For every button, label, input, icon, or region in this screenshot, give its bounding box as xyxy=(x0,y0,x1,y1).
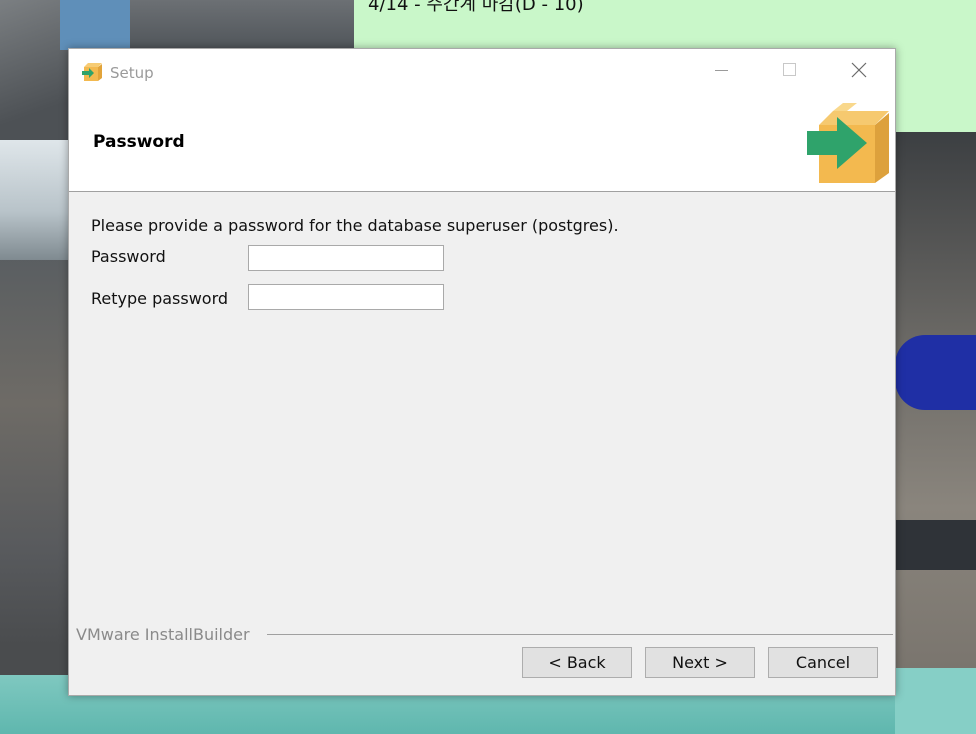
close-icon xyxy=(851,62,867,78)
background-fabric xyxy=(895,520,976,570)
instruction-text: Please provide a password for the databa… xyxy=(91,216,619,235)
background-lake xyxy=(895,668,976,734)
retype-password-input[interactable] xyxy=(248,284,444,310)
next-button[interactable]: Next > xyxy=(645,647,755,678)
page-title: Password xyxy=(93,132,185,152)
content-area: Please provide a password for the databa… xyxy=(69,192,895,632)
background-peak xyxy=(130,0,355,50)
installer-box-icon xyxy=(82,63,102,81)
back-button[interactable]: < Back xyxy=(522,647,632,678)
minimize-icon xyxy=(714,69,728,71)
background-glacier xyxy=(0,140,70,260)
maximize-icon xyxy=(782,62,796,76)
maximize-button[interactable] xyxy=(767,49,811,95)
sticky-note-text: 4/14 - 주간계 마감(D - 10) xyxy=(368,0,584,15)
installer-box-arrow-icon xyxy=(807,103,889,183)
retype-password-label: Retype password xyxy=(91,289,229,308)
setup-window: Setup Password Please provide a password… xyxy=(68,48,896,696)
close-button[interactable] xyxy=(837,49,881,95)
cancel-button[interactable]: Cancel xyxy=(768,647,878,678)
minimize-button[interactable] xyxy=(699,49,743,95)
installer-brand: VMware InstallBuilder xyxy=(76,625,250,644)
password-label: Password xyxy=(91,247,166,266)
window-title: Setup xyxy=(110,64,154,82)
title-bar[interactable]: Setup xyxy=(69,49,895,97)
page-header: Password xyxy=(69,97,895,192)
password-input[interactable] xyxy=(248,245,444,271)
footer-divider xyxy=(267,634,893,635)
background-fabric xyxy=(895,335,976,410)
background-sky xyxy=(60,0,140,50)
